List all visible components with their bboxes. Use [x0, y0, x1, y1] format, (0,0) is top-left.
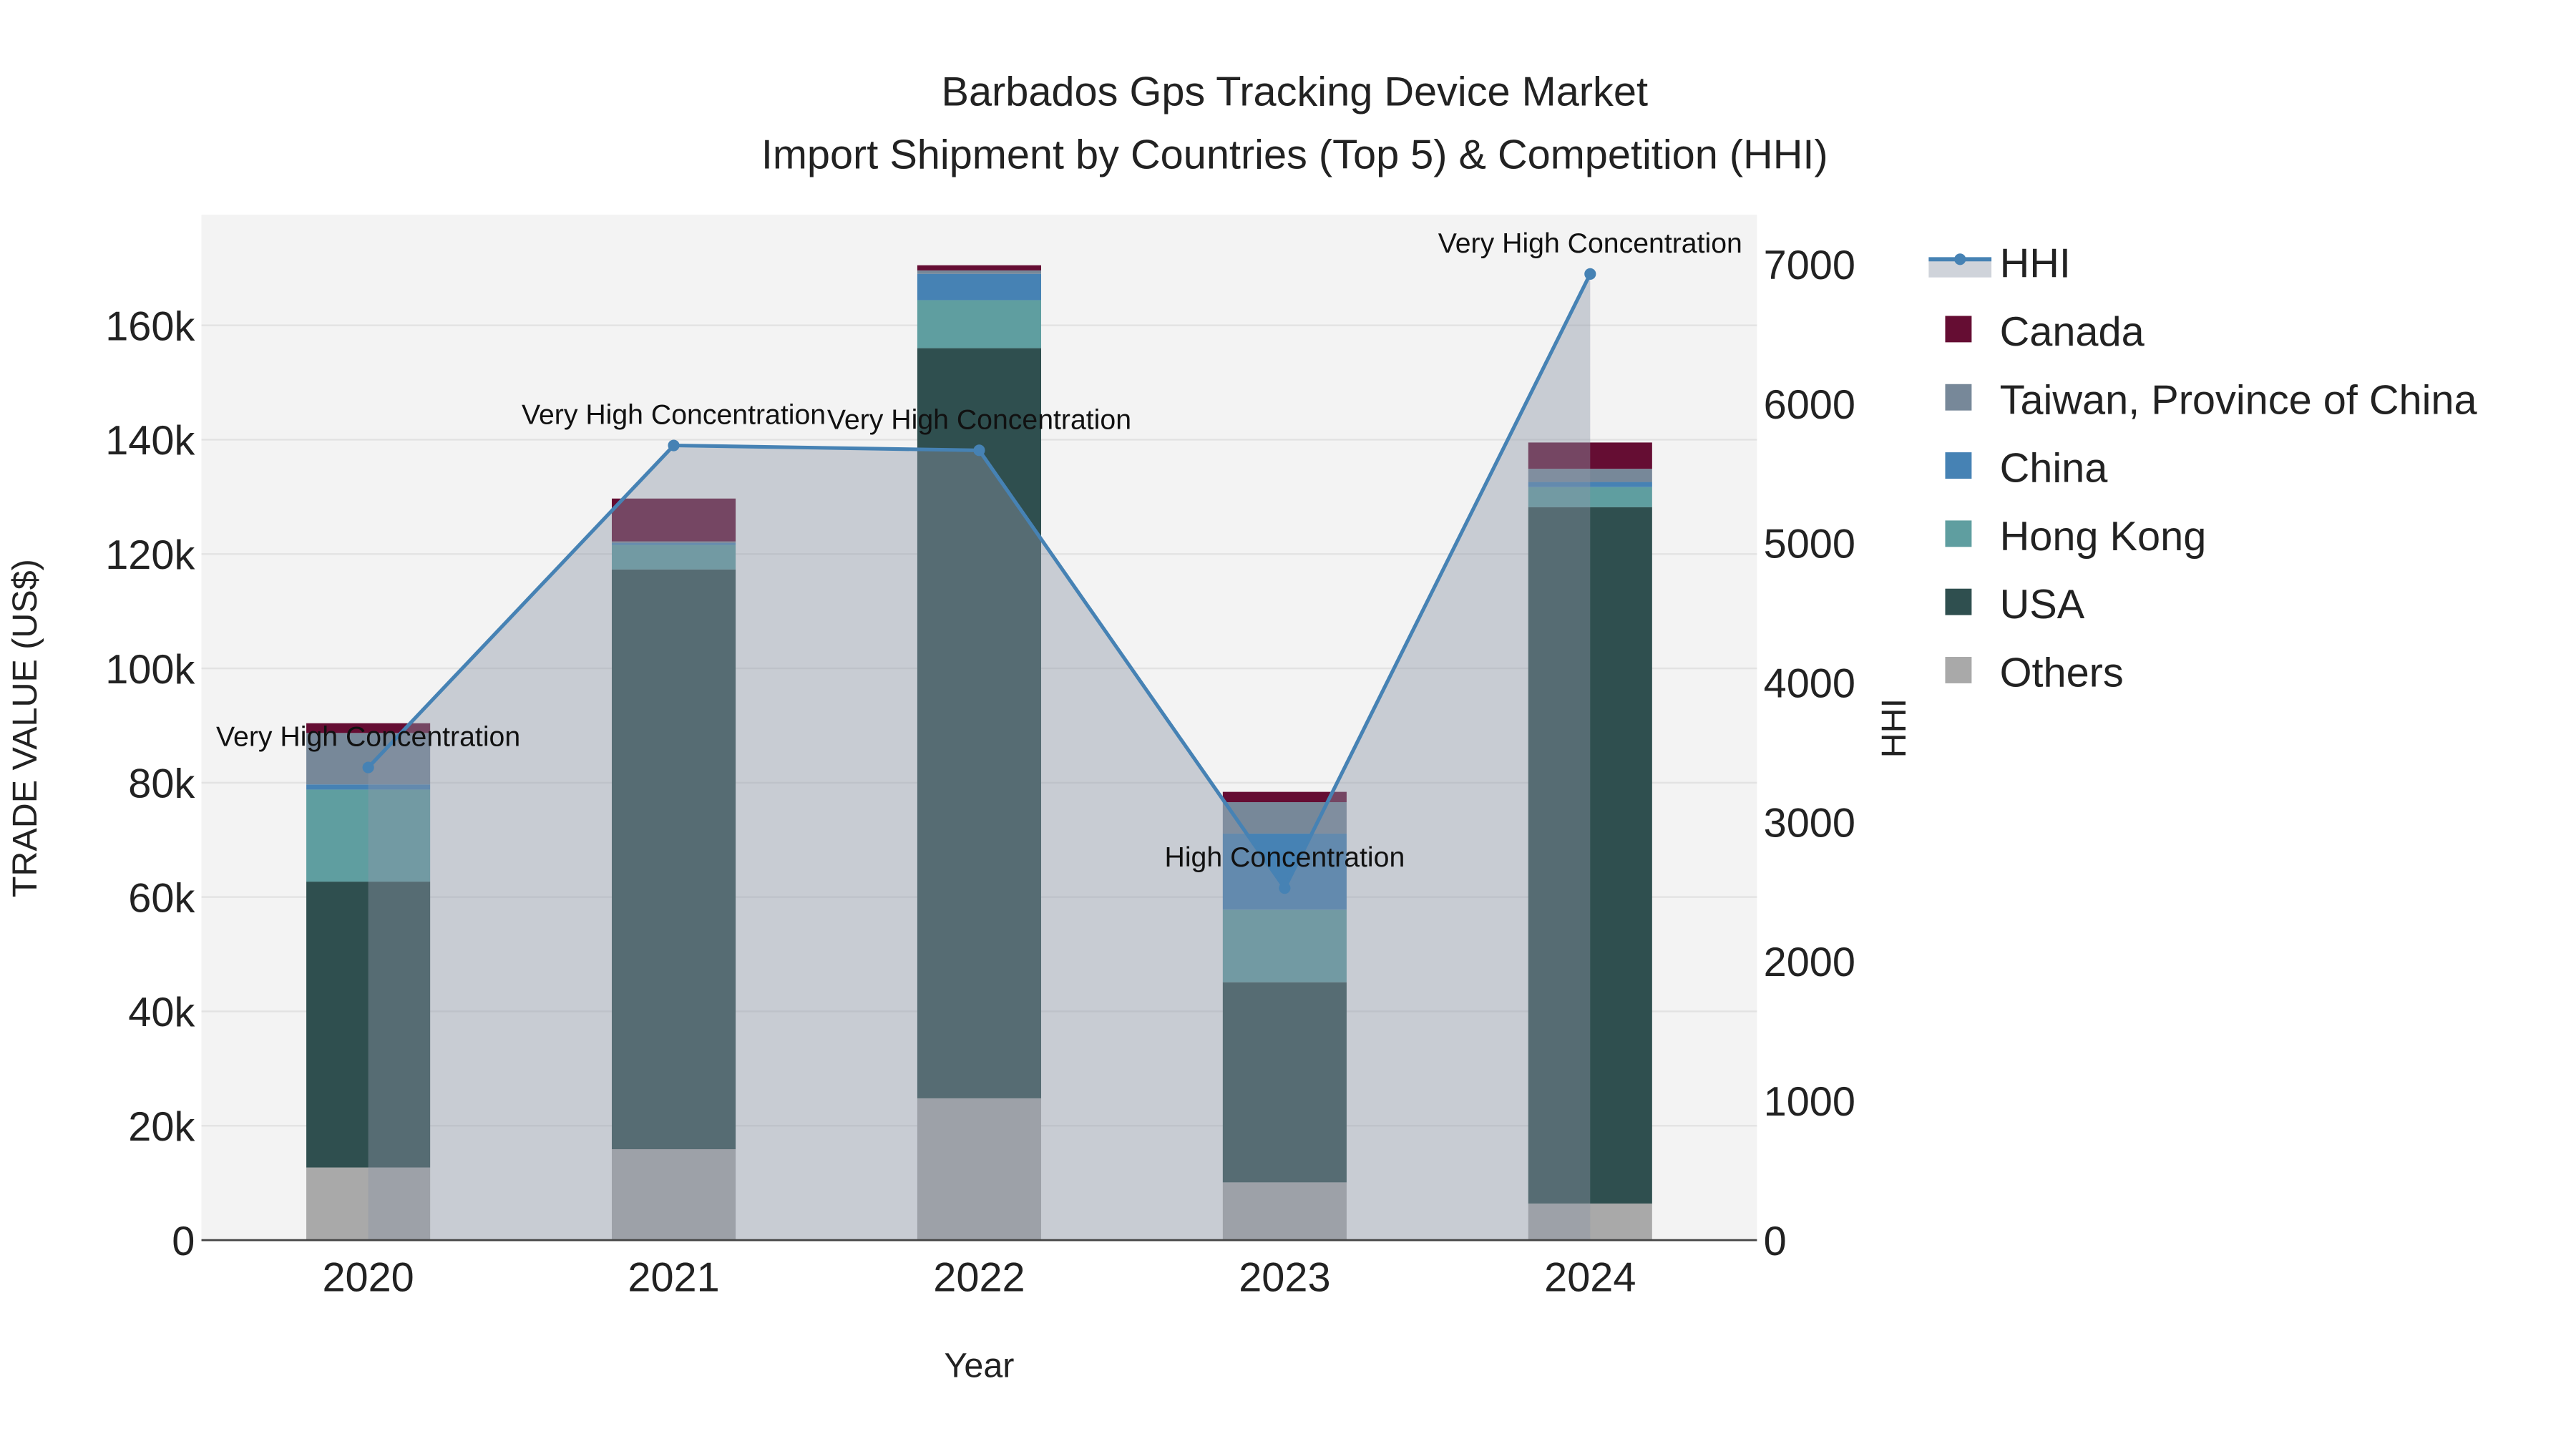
x-tick-label: 2021 — [628, 1255, 719, 1301]
y-tick-label: 80k — [128, 761, 195, 807]
legend: HHI Canada Taiwan, Province of China China H… — [1928, 241, 2477, 696]
hhi-point — [362, 761, 374, 774]
y2-axis-label: HHI — [1875, 698, 1913, 758]
hhi-annotation: Very High Concentration — [216, 721, 520, 753]
y2-tick-label: 0 — [1764, 1219, 1787, 1264]
y-axis-label: TRADE VALUE (US$) — [6, 559, 44, 897]
x-tick-label: 2024 — [1544, 1255, 1636, 1301]
legend-label: Hong Kong — [2000, 514, 2207, 560]
y2-tick-label: 2000 — [1764, 940, 1855, 985]
hhi-point — [668, 439, 680, 452]
y-tick-label: 0 — [172, 1219, 195, 1264]
y-tick-label: 120k — [105, 532, 195, 578]
y-tick-label: 40k — [128, 990, 195, 1035]
hhi-point — [1279, 882, 1291, 894]
y-tick-label: 20k — [128, 1104, 195, 1150]
hhi-annotation: Very High Concentration — [827, 404, 1131, 435]
legend-swatch — [1945, 384, 1972, 411]
legend-swatch — [1945, 588, 1972, 615]
legend-swatch — [1945, 316, 1972, 343]
legend-hhi-marker — [1954, 253, 1966, 265]
legend-label: Canada — [2000, 309, 2145, 355]
y2-tick-label: 1000 — [1764, 1079, 1855, 1125]
y2-tick-label: 6000 — [1764, 382, 1855, 428]
legend-label-hhi: HHI — [2000, 241, 2071, 287]
hhi-point — [1584, 268, 1596, 280]
y2-tick-label: 7000 — [1764, 243, 1855, 288]
legend-swatch — [1945, 452, 1972, 479]
bar-china-2022 — [917, 273, 1041, 301]
y-tick-label: 160k — [105, 303, 195, 349]
chart-title: Barbados Gps Tracking Device Market — [941, 69, 1648, 115]
x-axis-label: Year — [945, 1347, 1015, 1385]
chart-subtitle: Import Shipment by Countries (Top 5) & C… — [761, 132, 1828, 177]
x-tick-label: 2022 — [933, 1255, 1025, 1301]
hhi-point — [973, 444, 985, 457]
x-tick-label: 2023 — [1239, 1255, 1330, 1301]
y2-tick-label: 5000 — [1764, 522, 1855, 567]
y2-tick-label: 4000 — [1764, 661, 1855, 707]
y-tick-label: 100k — [105, 647, 195, 693]
y-tick-label: 140k — [105, 418, 195, 464]
bar-taiwan-province-of-china-2022 — [917, 270, 1041, 274]
legend-swatch — [1945, 657, 1972, 683]
hhi-annotation: Very High Concentration — [522, 399, 826, 431]
bar-hong-kong-2022 — [917, 300, 1041, 348]
hhi-annotation: Very High Concentration — [1438, 228, 1742, 259]
bar-canada-2022 — [917, 265, 1041, 270]
y-tick-label: 60k — [128, 875, 195, 921]
legend-swatch — [1945, 520, 1972, 547]
legend-label: Others — [2000, 650, 2124, 696]
x-tick-label: 2020 — [322, 1255, 414, 1301]
legend-label: China — [2000, 446, 2109, 492]
chart: Very High ConcentrationVery High Concent… — [6, 69, 2478, 1385]
hhi-annotation: High Concentration — [1165, 841, 1405, 873]
legend-label: Taiwan, Province of China — [2000, 377, 2478, 423]
legend-label: USA — [2000, 582, 2085, 628]
y2-tick-label: 3000 — [1764, 800, 1855, 846]
